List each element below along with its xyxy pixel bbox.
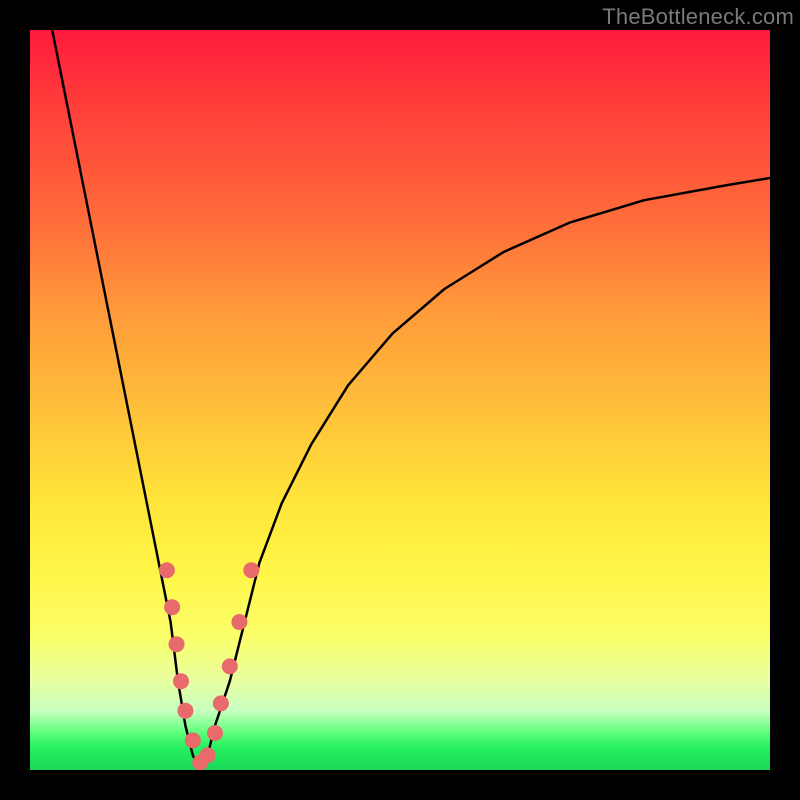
data-marker — [207, 725, 223, 741]
data-marker — [177, 703, 193, 719]
data-marker — [222, 658, 238, 674]
data-marker — [169, 636, 185, 652]
data-marker — [200, 747, 216, 763]
data-marker — [173, 673, 189, 689]
data-marker — [243, 562, 259, 578]
data-marker — [159, 562, 175, 578]
data-marker — [213, 695, 229, 711]
data-marker — [164, 599, 180, 615]
bottleneck-curve — [52, 30, 770, 770]
watermark-text: TheBottleneck.com — [602, 4, 794, 30]
data-marker — [185, 732, 201, 748]
plot-area — [30, 30, 770, 770]
chart-frame: TheBottleneck.com — [0, 0, 800, 800]
curve-layer — [30, 30, 770, 770]
data-marker — [231, 614, 247, 630]
